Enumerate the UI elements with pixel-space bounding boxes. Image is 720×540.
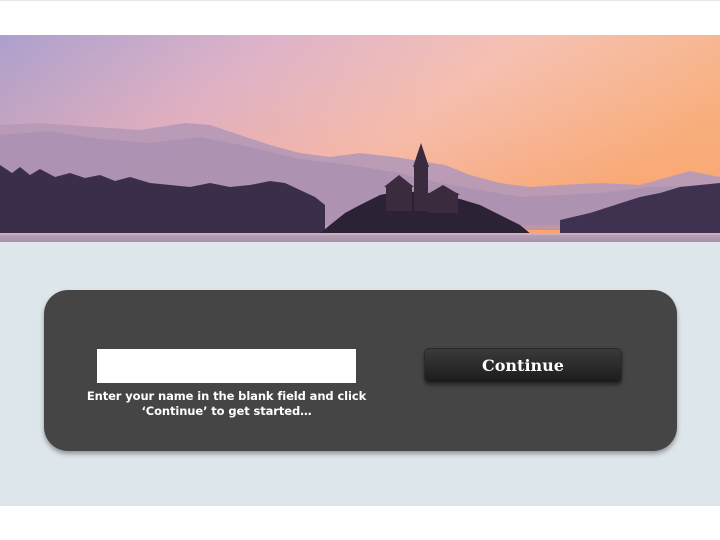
continue-button[interactable]: Continue	[424, 348, 622, 383]
name-input[interactable]	[97, 349, 356, 383]
top-white-bar	[0, 0, 720, 35]
instructions-text: Enter your name in the blank field and c…	[84, 389, 369, 419]
name-entry-panel: Enter your name in the blank field and c…	[44, 290, 677, 451]
instructions-line-2: ‘Continue’ to get started…	[141, 404, 312, 418]
bottom-white-bar	[0, 506, 720, 540]
landscape-banner-image	[0, 35, 720, 242]
instructions-line-1: Enter your name in the blank field and c…	[86, 389, 367, 403]
